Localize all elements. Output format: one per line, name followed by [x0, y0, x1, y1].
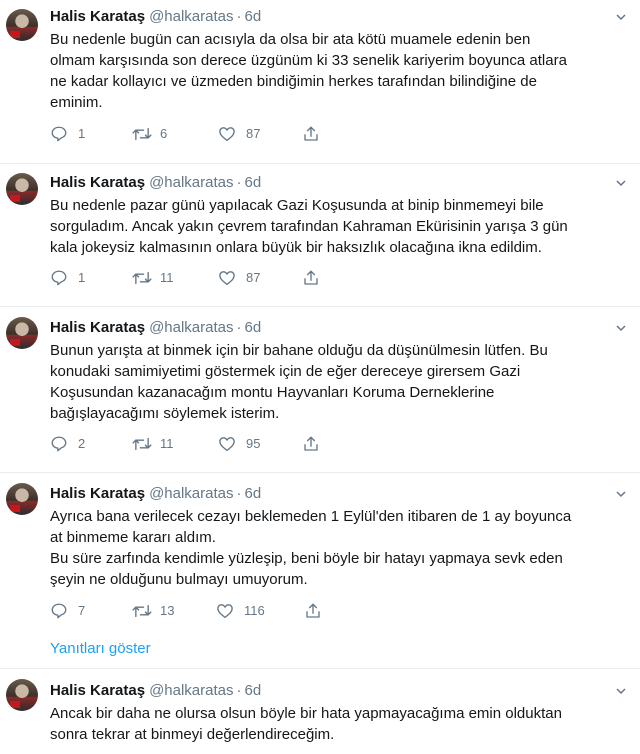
avatar[interactable] — [6, 173, 38, 205]
author-handle[interactable]: @halkaratas — [149, 8, 233, 25]
tweet-line: Koşusundan kazanacağım montu Hayvanları … — [50, 384, 495, 401]
tweet-divider — [0, 306, 640, 307]
author-name[interactable]: Halis Karataş — [50, 8, 145, 25]
retweet-count: 11 — [160, 436, 174, 451]
like-count: 95 — [246, 436, 261, 451]
author-handle[interactable]: @halkaratas — [149, 319, 233, 336]
timestamp[interactable]: 6d — [245, 8, 262, 25]
tweet-line: konudaki samimiyetimi göstermek için de … — [50, 363, 521, 380]
tweet-header: Halis Karataş @halkaratas · 6d — [50, 681, 261, 701]
tweet-line: Bu süre zarfında kendimle yüzleşip, beni… — [50, 550, 563, 567]
timestamp[interactable]: 6d — [245, 682, 262, 699]
retweet-icon — [132, 271, 152, 285]
tweet-text: Ayrıca bana verilecek cezayı beklemeden … — [50, 506, 620, 590]
like-count: 116 — [244, 603, 265, 618]
separator-dot: · — [236, 485, 242, 502]
tweet-line: Bu nedenle pazar günü yapılacak Gazi Koş… — [50, 197, 544, 214]
flag-badge-icon — [10, 31, 20, 38]
reply-count: 2 — [78, 436, 86, 451]
reply-icon — [51, 126, 67, 142]
reply-icon — [51, 270, 67, 286]
separator-dot: · — [236, 319, 242, 336]
author-name[interactable]: Halis Karataş — [50, 319, 145, 336]
like-icon — [219, 127, 235, 142]
tweet-line: at binmeme kararı aldım. — [50, 529, 216, 546]
share-icon — [304, 436, 318, 451]
tweet-header: Halis Karataş @halkaratas · 6d — [50, 7, 261, 27]
reply-count: 1 — [78, 126, 86, 141]
tweet-text: Bu nedenle pazar günü yapılacak Gazi Koş… — [50, 195, 620, 258]
reply-icon — [51, 603, 67, 619]
avatar[interactable] — [6, 317, 38, 349]
flag-badge-icon — [10, 195, 20, 202]
retweet-count: 13 — [160, 603, 175, 618]
tweet-text: Bunun yarışta at binmek için bir bahane … — [50, 340, 620, 424]
timestamp[interactable]: 6d — [245, 485, 262, 502]
retweet-icon — [132, 604, 152, 618]
author-handle[interactable]: @halkaratas — [149, 682, 233, 699]
retweet-icon — [132, 127, 152, 141]
tweet-divider — [0, 668, 640, 669]
tweet-line: Bu nedenle bugün can acısıyla da olsa bi… — [50, 31, 531, 48]
retweet-count: 6 — [160, 126, 168, 141]
avatar[interactable] — [6, 9, 38, 41]
tweet-divider — [0, 163, 640, 164]
flag-badge-icon — [10, 701, 20, 708]
separator-dot: · — [236, 174, 242, 191]
retweet-count: 11 — [160, 270, 174, 285]
avatar[interactable] — [6, 483, 38, 515]
author-handle[interactable]: @halkaratas — [149, 174, 233, 191]
like-icon — [219, 271, 235, 286]
flag-badge-icon — [10, 505, 20, 512]
tweet-line: eminim. — [50, 94, 103, 111]
share-icon — [304, 270, 318, 285]
flag-badge-icon — [10, 339, 20, 346]
tweet-line: bağışlayacağımı söylemek isterim. — [50, 405, 280, 422]
timestamp[interactable]: 6d — [245, 174, 262, 191]
avatar[interactable] — [6, 679, 38, 711]
tweet-line: olmam karşısında son derece üzgünüm ki 3… — [50, 52, 567, 69]
reply-icon — [51, 436, 67, 452]
tweet-line: kala jokeysiz kalmasının onlara büyük bi… — [50, 239, 542, 256]
chevron-down-icon[interactable] — [616, 12, 626, 22]
like-icon — [219, 437, 235, 452]
separator-dot: · — [236, 8, 242, 25]
share-icon — [304, 126, 318, 141]
author-name[interactable]: Halis Karataş — [50, 174, 145, 191]
tweet-line: Bunun yarışta at binmek için bir bahane … — [50, 342, 548, 359]
separator-dot: · — [236, 682, 242, 699]
reply-count: 7 — [78, 603, 86, 618]
author-name[interactable]: Halis Karataş — [50, 682, 145, 699]
like-count: 87 — [246, 126, 261, 141]
tweet-header: Halis Karataş @halkaratas · 6d — [50, 318, 261, 338]
tweet-line: ne kadar kollayıcı ve üzmeden bindiğimin… — [50, 73, 537, 90]
tweet-header: Halis Karataş @halkaratas · 6d — [50, 484, 261, 504]
reply-count: 1 — [78, 270, 86, 285]
share-icon — [306, 603, 320, 618]
tweet-header: Halis Karataş @halkaratas · 6d — [50, 173, 261, 193]
chevron-down-icon[interactable] — [616, 323, 626, 333]
tweet-line: Ancak bir daha ne olursa olsun böyle bir… — [50, 705, 562, 722]
tweet-text: Bu nedenle bugün can acısıyla da olsa bi… — [50, 29, 620, 113]
author-name[interactable]: Halis Karataş — [50, 485, 145, 502]
chevron-down-icon[interactable] — [616, 686, 626, 696]
tweet-line: şeyin ne olduğunu bulmayı umuyorum. — [50, 571, 308, 588]
timestamp[interactable]: 6d — [245, 319, 262, 336]
tweet-line: Ayrıca bana verilecek cezayı beklemeden … — [50, 508, 572, 525]
tweet-line: sonra tekrar at binmeyi değerlendireceği… — [50, 726, 335, 743]
like-count: 87 — [246, 270, 261, 285]
chevron-down-icon[interactable] — [616, 178, 626, 188]
tweet-line: sorguladım. Ancak yakın çevrem tarafında… — [50, 218, 568, 235]
chevron-down-icon[interactable] — [616, 489, 626, 499]
retweet-icon — [132, 437, 152, 451]
author-handle[interactable]: @halkaratas — [149, 485, 233, 502]
show-replies-link[interactable]: Yanıtları göster — [50, 639, 151, 659]
tweet-text: Ancak bir daha ne olursa olsun böyle bir… — [50, 703, 620, 745]
like-icon — [217, 604, 233, 619]
tweet-divider — [0, 472, 640, 473]
